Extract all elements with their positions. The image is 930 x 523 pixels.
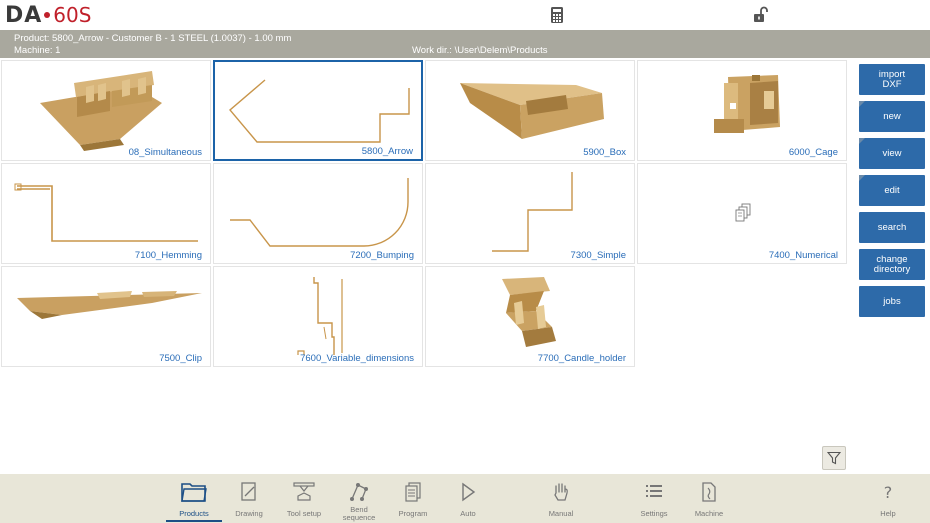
edit-button[interactable]: edit bbox=[859, 175, 925, 206]
product-name: 7300_Simple bbox=[571, 250, 626, 261]
product-name: 7200_Bumping bbox=[350, 250, 414, 261]
nav-products-label: Products bbox=[164, 510, 224, 518]
drawing-icon bbox=[239, 481, 259, 503]
product-name: 7500_Clip bbox=[159, 353, 202, 364]
logo: DA 60S bbox=[5, 3, 91, 27]
product-card[interactable]: 7100_Hemming bbox=[1, 163, 211, 264]
product-card[interactable]: 6000_Cage bbox=[637, 60, 847, 161]
product-name: 08_Simultaneous bbox=[129, 147, 202, 158]
submenu-corner-marker bbox=[859, 175, 865, 181]
nav-drawing[interactable]: Drawing bbox=[219, 474, 279, 523]
change-directory-label-line2: directory bbox=[874, 264, 910, 275]
product-card[interactable]: 08_Simultaneous bbox=[1, 60, 211, 161]
folder-icon bbox=[180, 481, 208, 503]
product-name: 7700_Candle_holder bbox=[538, 353, 626, 364]
unlock-icon[interactable] bbox=[753, 6, 769, 24]
import-dxf-label-line2: DXF bbox=[883, 79, 902, 90]
work-directory-info: Work dir.: \User\Delem\Products bbox=[412, 45, 548, 56]
product-name: 6000_Cage bbox=[789, 147, 838, 158]
nav-machine-label: Machine bbox=[679, 510, 739, 518]
nav-auto-label: Auto bbox=[438, 510, 498, 518]
nav-auto[interactable]: Auto bbox=[438, 474, 498, 523]
product-name: 5800_Arrow bbox=[362, 146, 413, 157]
product-name: 7600_Variable_dimensions bbox=[300, 353, 414, 364]
view-label: view bbox=[882, 149, 901, 159]
logo-dot bbox=[44, 12, 50, 18]
play-icon bbox=[457, 481, 479, 503]
search-button[interactable]: search bbox=[859, 212, 925, 243]
nav-bend-sequence-label: Bendsequence bbox=[329, 506, 389, 522]
new-button[interactable]: new bbox=[859, 101, 925, 132]
nav-bend-sequence[interactable]: Bendsequence bbox=[329, 474, 389, 523]
machine-info: Machine: 1 bbox=[14, 45, 60, 56]
product-card[interactable]: 7200_Bumping bbox=[213, 163, 423, 264]
nav-settings-label: Settings bbox=[624, 510, 684, 518]
nav-manual[interactable]: Manual bbox=[531, 474, 591, 523]
search-label: search bbox=[878, 223, 907, 233]
nav-tool-setup-label: Tool setup bbox=[274, 510, 334, 518]
calculator-icon[interactable] bbox=[549, 6, 565, 24]
product-info: Product: 5800_Arrow - Customer B - 1 STE… bbox=[14, 33, 291, 44]
nav-settings[interactable]: Settings bbox=[624, 474, 684, 523]
nav-drawing-label: Drawing bbox=[219, 510, 279, 518]
product-card[interactable]: 5900_Box bbox=[425, 60, 635, 161]
tool-setup-icon bbox=[292, 481, 316, 503]
view-button[interactable]: view bbox=[859, 138, 925, 169]
bottom-navigation: Products Drawing Tool setup bbox=[0, 474, 930, 523]
bend-sequence-icon bbox=[348, 481, 370, 503]
change-directory-button[interactable]: changedirectory bbox=[859, 249, 925, 280]
nav-program-label: Program bbox=[383, 510, 443, 518]
app-window: DA 60S Product: 5800_Arrow - Customer B … bbox=[0, 0, 930, 523]
machine-icon bbox=[698, 481, 720, 503]
product-card[interactable]: 7300_Simple bbox=[425, 163, 635, 264]
product-info-bar: Product: 5800_Arrow - Customer B - 1 STE… bbox=[0, 30, 930, 58]
nav-tool-setup[interactable]: Tool setup bbox=[274, 474, 334, 523]
nav-program[interactable]: Program bbox=[383, 474, 443, 523]
nav-help-label: Help bbox=[858, 510, 918, 518]
nav-machine[interactable]: Machine bbox=[679, 474, 739, 523]
submenu-corner-marker bbox=[859, 138, 865, 144]
settings-list-icon bbox=[643, 481, 665, 503]
import-dxf-label: importDXF bbox=[879, 70, 905, 90]
logo-main: DA bbox=[5, 3, 42, 28]
product-card[interactable]: 7700_Candle_holder bbox=[425, 266, 635, 367]
hand-icon bbox=[550, 481, 572, 503]
product-name: 7100_Hemming bbox=[135, 250, 202, 261]
import-dxf-button[interactable]: importDXF bbox=[859, 64, 925, 95]
edit-label: edit bbox=[884, 186, 899, 196]
svg-text:?: ? bbox=[884, 483, 893, 502]
product-name: 5900_Box bbox=[583, 147, 626, 158]
submenu-corner-marker bbox=[859, 101, 865, 107]
filter-button[interactable] bbox=[822, 446, 846, 470]
help-icon: ? bbox=[877, 481, 899, 503]
product-card[interactable]: 7400_Numerical bbox=[637, 163, 847, 264]
product-card[interactable]: 7500_Clip bbox=[1, 266, 211, 367]
nav-bend-sequence-label-line2: sequence bbox=[343, 513, 376, 522]
jobs-button[interactable]: jobs bbox=[859, 286, 925, 317]
nav-products[interactable]: Products bbox=[164, 474, 224, 523]
program-icon bbox=[402, 481, 424, 503]
new-label: new bbox=[883, 112, 900, 122]
active-tab-indicator bbox=[166, 520, 222, 522]
nav-help[interactable]: ? Help bbox=[858, 474, 918, 523]
nav-manual-label: Manual bbox=[531, 510, 591, 518]
top-bar: DA 60S bbox=[0, 0, 930, 30]
jobs-label: jobs bbox=[883, 297, 900, 307]
product-card[interactable]: 7600_Variable_dimensions bbox=[213, 266, 423, 367]
product-name: 7400_Numerical bbox=[769, 250, 838, 261]
change-directory-label: changedirectory bbox=[874, 255, 910, 275]
product-grid: 08_Simultaneous 5800_Arrow 5900_Box bbox=[1, 60, 849, 368]
logo-model: 60S bbox=[53, 3, 91, 27]
product-card[interactable]: 5800_Arrow bbox=[213, 60, 423, 161]
filter-icon bbox=[827, 451, 841, 465]
